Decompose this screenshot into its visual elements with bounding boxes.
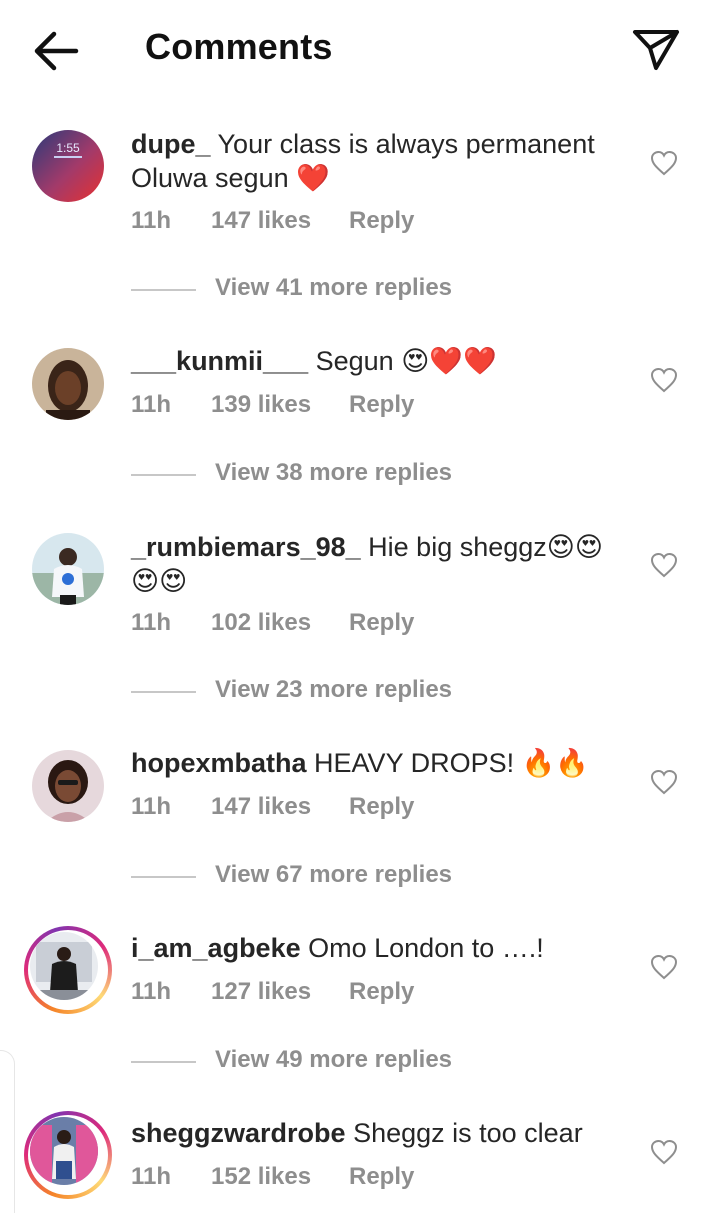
share-button[interactable] (630, 24, 682, 74)
header-bar: Comments (0, 0, 720, 100)
view-replies-button[interactable]: View 23 more replies (131, 676, 531, 706)
replies-divider (131, 876, 196, 878)
comment-username[interactable]: _rumbiemars_98_ (131, 532, 361, 562)
view-replies-button[interactable]: View 67 more replies (131, 861, 531, 891)
comment-username[interactable]: dupe_ (131, 129, 211, 159)
avatar-image (32, 348, 104, 420)
view-replies-label: View 38 more replies (215, 459, 453, 486)
comment-likes[interactable]: 147 likes (211, 207, 311, 235)
comment-body: Omo London to ….! (308, 933, 544, 963)
edge-overlay (0, 1050, 15, 1213)
view-replies-button[interactable]: View 38 more replies (131, 459, 531, 489)
comment-likes[interactable]: 127 likes (211, 978, 311, 1006)
comment-username[interactable]: ___kunmii___ (131, 346, 308, 376)
avatar-image (30, 932, 98, 1000)
reply-button[interactable]: Reply (349, 978, 414, 1006)
page-title: Comments (145, 26, 333, 67)
replies-divider (131, 474, 196, 476)
comment-body: Segun 😍❤️❤️ (315, 346, 497, 376)
heart-outline-icon (650, 769, 678, 795)
like-button[interactable] (650, 150, 678, 176)
comment-likes[interactable]: 139 likes (211, 391, 311, 419)
view-replies-label: View 49 more replies (215, 1046, 453, 1073)
avatar-image (30, 1117, 98, 1185)
comment-time: 11h (131, 1163, 172, 1190)
reply-button[interactable]: Reply (349, 391, 414, 419)
heart-outline-icon (650, 150, 678, 176)
comment-text: sheggzwardrobe Sheggz is too clear (131, 1116, 621, 1150)
comment-body: Sheggz is too clear (353, 1118, 583, 1148)
view-replies-label: View 67 more replies (215, 861, 453, 888)
comment-username[interactable]: i_am_agbeke (131, 933, 301, 963)
comment-time: 11h (131, 978, 172, 1005)
comment-likes[interactable]: 102 likes (211, 609, 311, 637)
comment-time: 11h (131, 391, 172, 418)
heart-outline-icon (650, 367, 678, 393)
view-replies-label: View 41 more replies (215, 274, 453, 301)
replies-divider (131, 289, 196, 291)
replies-divider (131, 1061, 196, 1063)
avatar-image (32, 750, 104, 822)
comment-likes[interactable]: 152 likes (211, 1163, 311, 1191)
avatar[interactable] (32, 533, 104, 605)
comment-time: 11h (131, 609, 172, 636)
avatar-time-text: 1:55 (56, 141, 80, 155)
reply-button[interactable]: Reply (349, 1163, 414, 1191)
reply-button[interactable]: Reply (349, 609, 414, 637)
reply-button[interactable]: Reply (349, 793, 414, 821)
comment-time: 11h (131, 793, 172, 820)
view-replies-button[interactable]: View 49 more replies (131, 1046, 531, 1076)
paper-plane-icon (633, 30, 679, 70)
heart-outline-icon (650, 1139, 678, 1165)
like-button[interactable] (650, 769, 678, 795)
avatar-image: 1:55 (32, 130, 104, 202)
view-replies-label: View 23 more replies (215, 676, 453, 703)
like-button[interactable] (650, 552, 678, 578)
comment-username[interactable]: sheggzwardrobe (131, 1118, 346, 1148)
avatar-image (32, 533, 104, 605)
story-ring-avatar[interactable] (24, 1111, 112, 1199)
comment-text: i_am_agbeke Omo London to ….! (131, 931, 621, 965)
arrow-left-icon (34, 31, 79, 71)
comment-time: 11h (131, 207, 172, 234)
story-ring-avatar[interactable] (24, 926, 112, 1014)
view-replies-button[interactable]: View 41 more replies (131, 274, 531, 304)
avatar[interactable] (32, 750, 104, 822)
comment-text: hopexmbatha HEAVY DROPS! 🔥🔥 (131, 746, 621, 780)
comment-text: _rumbiemars_98_ Hie big sheggz😍😍😍😍 (131, 530, 621, 598)
like-button[interactable] (650, 367, 678, 393)
comment-text: ___kunmii___ Segun 😍❤️❤️ (131, 344, 621, 378)
reply-button[interactable]: Reply (349, 207, 414, 235)
heart-outline-icon (650, 552, 678, 578)
heart-outline-icon (650, 954, 678, 980)
like-button[interactable] (650, 1139, 678, 1165)
comment-username[interactable]: hopexmbatha (131, 748, 307, 778)
comment-likes[interactable]: 147 likes (211, 793, 311, 821)
comment-text: dupe_ Your class is always permanent Olu… (131, 127, 621, 195)
avatar[interactable] (32, 348, 104, 420)
avatar[interactable]: 1:55 (32, 130, 104, 202)
back-button[interactable] (30, 28, 82, 74)
replies-divider (131, 691, 196, 693)
like-button[interactable] (650, 954, 678, 980)
comment-body: HEAVY DROPS! 🔥🔥 (314, 748, 589, 778)
